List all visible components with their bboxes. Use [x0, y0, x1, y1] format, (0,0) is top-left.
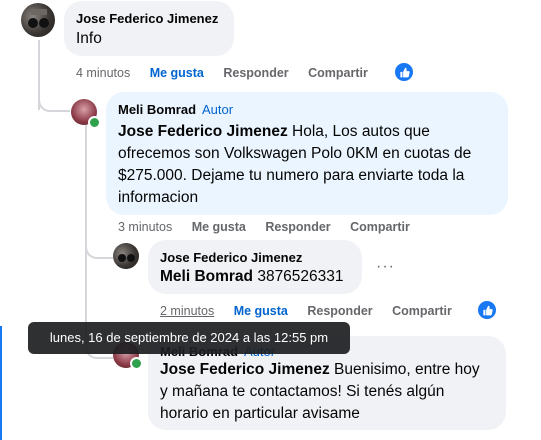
reply-actions: 2 minutos Me gusta Responder Compartir: [160, 304, 468, 318]
like-button[interactable]: Me gusta: [192, 220, 246, 234]
reply-text: Meli Bomrad 3876526331: [160, 266, 344, 288]
like-button[interactable]: Me gusta: [234, 304, 288, 318]
reply-timestamp[interactable]: 3 minutos: [118, 220, 172, 234]
reply-text-line: informacion: [118, 189, 199, 206]
phone-number: 3876526331: [253, 268, 344, 285]
avatar-image: [118, 254, 135, 262]
mention-link[interactable]: Meli Bomrad: [160, 268, 253, 285]
comment-bubble: Jose Federico Jimenez Info: [64, 1, 234, 56]
comment-author[interactable]: Jose Federico Jimenez: [76, 11, 218, 26]
thumbs-up-icon[interactable]: [476, 299, 498, 321]
reply-text-line: Hola, Los autos que: [287, 123, 430, 140]
more-horizontal-icon[interactable]: ···: [376, 258, 395, 276]
thumbs-up-icon[interactable]: [393, 61, 415, 83]
online-status-dot: [130, 357, 143, 370]
online-status-dot: [88, 116, 101, 129]
reply-text-line: horario en particular avisame: [160, 405, 360, 422]
avatar-image: [28, 9, 49, 28]
reply-bubble: Jose Federico Jimenez Meli Bomrad 387652…: [148, 240, 362, 294]
share-button[interactable]: Compartir: [350, 220, 410, 234]
reply-button[interactable]: Responder: [307, 304, 372, 318]
share-button[interactable]: Compartir: [392, 304, 452, 318]
reply-author[interactable]: Meli Bomrad: [118, 102, 196, 117]
reply-text-line: $275.000. Dejame tu numero para enviarte…: [118, 167, 465, 184]
thread-curve-reply2: [85, 220, 113, 259]
reply-text-line: y mañana te contactamos! Si tenés algún: [160, 383, 445, 400]
timestamp-tooltip: lunes, 16 de septiembre de 2024 a las 12…: [28, 322, 350, 354]
reply-text-line: ofrecemos son Volkswagen Polo 0KM en cuo…: [118, 145, 472, 162]
mention-link[interactable]: Jose Federico Jimenez: [160, 361, 330, 378]
mention-link[interactable]: Jose Federico Jimenez: [118, 123, 288, 140]
reply-button[interactable]: Responder: [265, 220, 330, 234]
reply-timestamp[interactable]: 2 minutos: [160, 304, 214, 318]
share-button[interactable]: Compartir: [308, 66, 368, 80]
reply-button[interactable]: Responder: [223, 66, 288, 80]
reply-actions: 3 minutos Me gusta Responder Compartir: [118, 220, 426, 234]
reply-text-line: Buenisimo, entre hoy: [329, 361, 480, 378]
reply-text: Jose Federico Jimenez Hola, Los autos qu…: [118, 121, 503, 209]
focus-edge: [0, 326, 2, 440]
avatar-jose[interactable]: [21, 3, 55, 37]
comment-timestamp[interactable]: 4 minutos: [76, 66, 130, 80]
reply-bubble: Meli Bomrad Autor Jose Federico Jimenez H…: [106, 92, 508, 215]
comment-text: Info: [76, 30, 102, 47]
reply-text: Jose Federico Jimenez Buenisimo, entre h…: [160, 359, 500, 425]
avatar-jose[interactable]: [113, 243, 139, 269]
author-badge: Autor: [202, 102, 234, 117]
thread-curve-reply1: [38, 60, 70, 112]
reply-author[interactable]: Jose Federico Jimenez: [160, 250, 302, 265]
like-button[interactable]: Me gusta: [150, 66, 204, 80]
comment-actions: 4 minutos Me gusta Responder Compartir: [76, 66, 384, 80]
